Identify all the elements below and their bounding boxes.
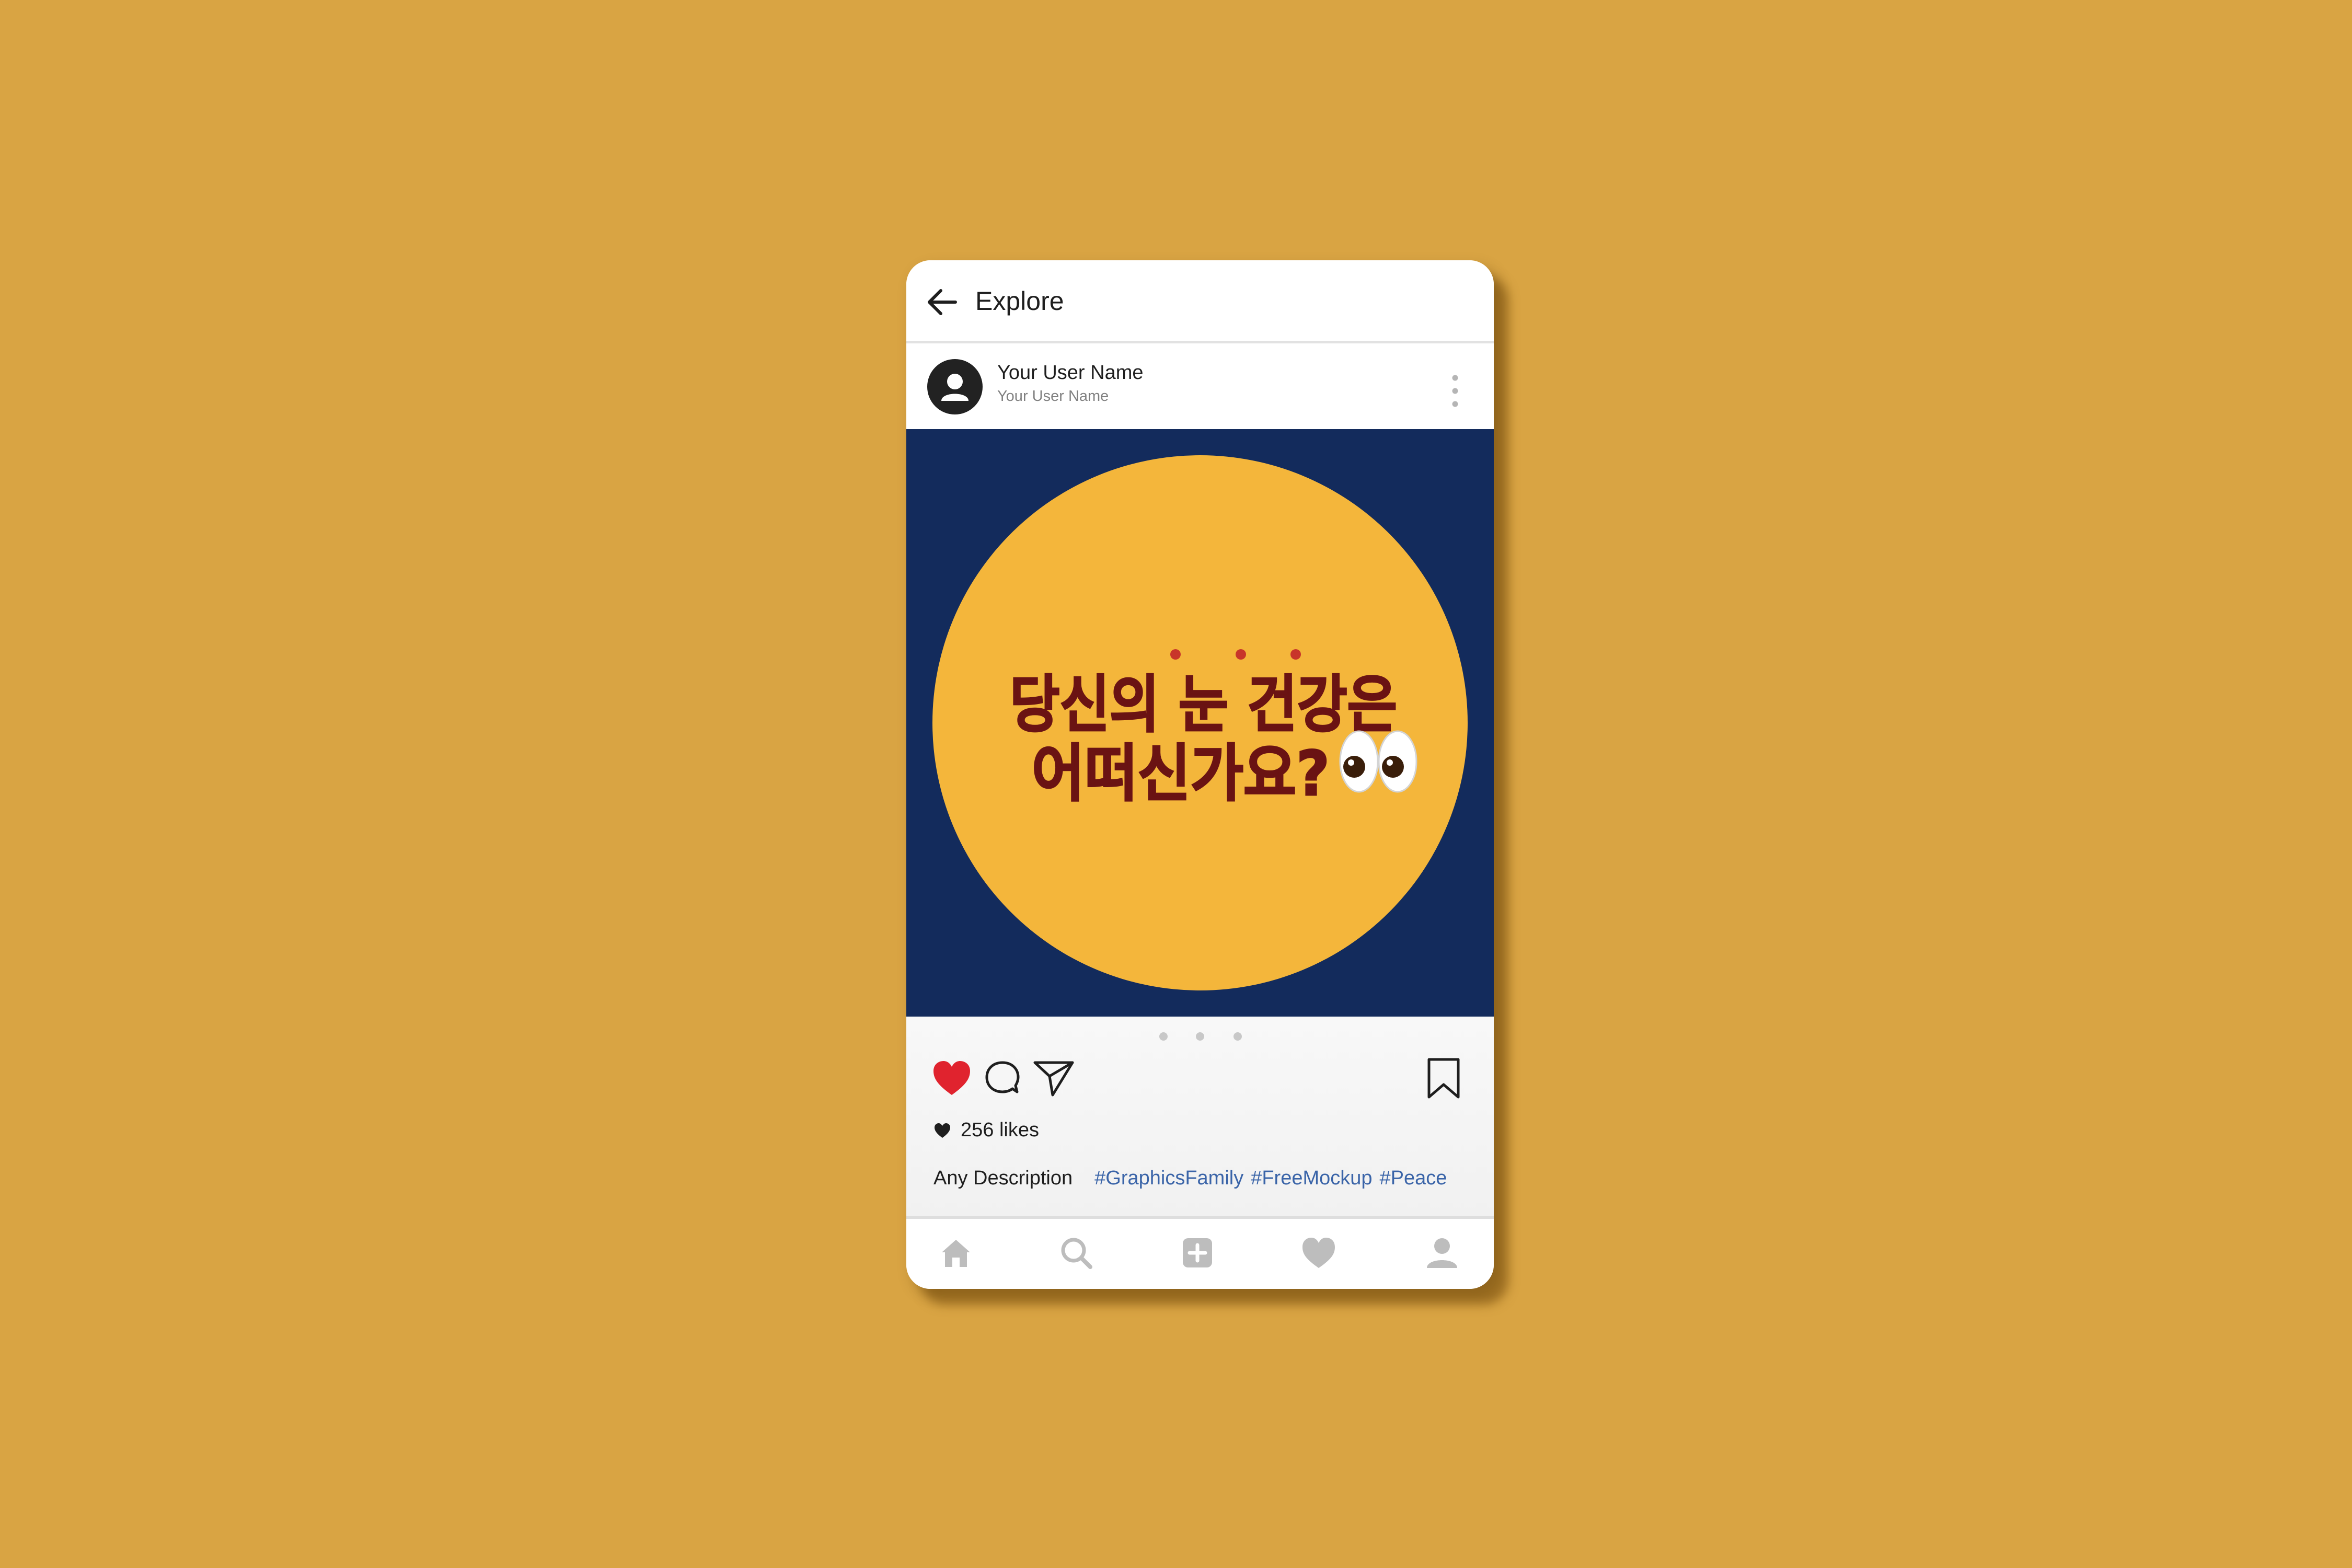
activity-heart-icon[interactable] [1300, 1235, 1337, 1271]
avatar[interactable] [927, 359, 983, 414]
add-post-icon[interactable] [1179, 1235, 1216, 1271]
username[interactable]: Your User Name [997, 361, 1144, 384]
hashtag-link[interactable]: #GraphicsFamily [1094, 1167, 1243, 1189]
comment-bubble-icon[interactable] [983, 1058, 1022, 1098]
paper-plane-icon[interactable] [1032, 1057, 1076, 1099]
carousel-indicator [906, 1032, 1494, 1043]
emphasis-dot [1236, 649, 1246, 660]
post-header: Your User Name Your User Name [906, 343, 1494, 429]
post-card: Explore Your User Name Your User Name 당신… [906, 260, 1494, 1289]
hashtag-link[interactable]: #Peace [1380, 1167, 1447, 1189]
caption-description: Any Description [933, 1167, 1073, 1189]
carousel-dot[interactable] [1233, 1032, 1242, 1041]
hashtag-link[interactable]: #FreeMockup [1251, 1167, 1372, 1189]
heart-small-icon [935, 1123, 950, 1138]
profile-icon[interactable] [1424, 1235, 1460, 1271]
post-headline-line1: 당신의 눈 건강은 [1010, 669, 1397, 741]
likes-text: 256 likes [961, 1119, 1039, 1141]
caption: Any Description #GraphicsFamily #FreeMocku… [933, 1165, 1454, 1191]
post-footer: 256 likes Any Description #GraphicsFamily… [906, 1017, 1494, 1216]
heart-filled-icon[interactable] [931, 1058, 972, 1099]
home-icon[interactable] [938, 1235, 974, 1271]
search-icon[interactable] [1058, 1235, 1094, 1271]
page-title: Explore [975, 286, 1064, 316]
likes-count[interactable]: 256 likes [933, 1119, 1039, 1145]
user-silhouette-icon [941, 374, 969, 401]
arrow-left-icon[interactable] [926, 289, 958, 316]
user-subtitle: Your User Name [997, 388, 1109, 405]
bottom-nav [906, 1219, 1494, 1289]
vertical-dots-icon[interactable] [1450, 373, 1460, 409]
top-bar: Explore [906, 260, 1494, 341]
carousel-dot[interactable] [1196, 1032, 1204, 1041]
post-image[interactable]: 당신의 눈 건강은 어떠신가요? [906, 429, 1494, 1017]
post-headline-line2: 어떠신가요? [1032, 738, 1330, 810]
emphasis-dot [1170, 649, 1181, 660]
carousel-dot[interactable] [1159, 1032, 1168, 1041]
bookmark-icon[interactable] [1424, 1056, 1463, 1100]
emphasis-dot [1290, 649, 1301, 660]
